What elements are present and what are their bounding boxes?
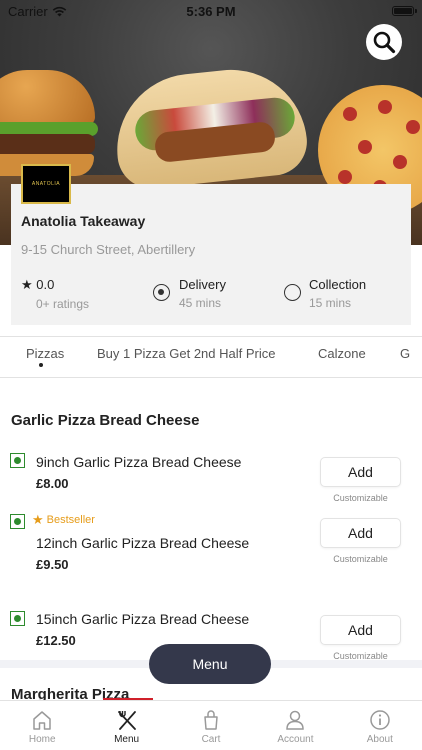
delivery-option[interactable]: Delivery 45 mins bbox=[179, 277, 226, 310]
tab-g[interactable]: G bbox=[400, 346, 410, 361]
item-name: 9inch Garlic Pizza Bread Cheese bbox=[36, 454, 242, 470]
item-name: 12inch Garlic Pizza Bread Cheese bbox=[36, 535, 250, 551]
tab-calzone[interactable]: Calzone bbox=[318, 346, 366, 361]
nav-account[interactable]: Account bbox=[253, 701, 337, 750]
nav-home[interactable]: Home bbox=[0, 701, 84, 750]
collection-radio[interactable] bbox=[284, 284, 301, 301]
info-icon bbox=[370, 710, 390, 730]
bag-icon bbox=[204, 710, 218, 730]
delivery-radio[interactable] bbox=[153, 284, 170, 301]
restaurant-info-card: ANATOLIA Anatolia Takeaway 9-15 Church S… bbox=[11, 164, 411, 325]
nav-cart[interactable]: Cart bbox=[169, 701, 253, 750]
restaurant-logo: ANATOLIA bbox=[21, 164, 71, 204]
star-icon: ★ bbox=[32, 512, 44, 527]
item-price: £9.50 bbox=[36, 557, 69, 572]
bottom-nav: Home Menu Cart Account About bbox=[0, 700, 422, 750]
carrier-label: Carrier bbox=[8, 3, 48, 19]
nav-label: Cart bbox=[201, 734, 221, 745]
delivery-label: Delivery bbox=[179, 277, 226, 292]
collection-option[interactable]: Collection 15 mins bbox=[309, 277, 366, 310]
bestseller-badge: ★ Bestseller bbox=[32, 512, 95, 527]
customizable-label: Customizable bbox=[333, 554, 388, 564]
rating-count: 0+ ratings bbox=[36, 297, 90, 311]
item-price: £12.50 bbox=[36, 633, 76, 648]
kebab-image bbox=[109, 62, 311, 192]
rating-block: ★ 0.0 0+ ratings bbox=[21, 277, 89, 311]
nav-label: Menu bbox=[114, 734, 140, 745]
veg-indicator-icon bbox=[10, 453, 25, 468]
item-price: £8.00 bbox=[36, 476, 69, 491]
collection-label: Collection bbox=[309, 277, 367, 292]
star-icon: ★ bbox=[21, 277, 33, 292]
delivery-time: 45 mins bbox=[179, 296, 222, 310]
search-icon bbox=[373, 31, 396, 54]
nav-label: About bbox=[366, 734, 393, 745]
veg-indicator-icon bbox=[10, 611, 25, 626]
section-title: Garlic Pizza Bread Cheese bbox=[11, 412, 200, 429]
wifi-icon bbox=[52, 6, 66, 16]
person-icon bbox=[286, 710, 305, 730]
add-button[interactable]: Add bbox=[320, 457, 401, 487]
fork-knife-icon bbox=[117, 711, 136, 730]
active-tab-indicator bbox=[39, 363, 43, 367]
menu-button[interactable]: Menu bbox=[149, 644, 271, 684]
status-bar: Carrier 5:36 PM bbox=[0, 0, 422, 22]
nav-label: Home bbox=[28, 734, 56, 745]
category-tabs: Pizzas Buy 1 Pizza Get 2nd Half Price Ca… bbox=[0, 336, 422, 378]
item-name: 15inch Garlic Pizza Bread Cheese bbox=[36, 611, 250, 627]
add-button[interactable]: Add bbox=[320, 615, 401, 645]
nav-about[interactable]: About bbox=[338, 701, 422, 750]
veg-indicator-icon bbox=[10, 514, 25, 529]
nav-label: Account bbox=[277, 734, 314, 745]
rating-value: 0.0 bbox=[36, 277, 55, 292]
tab-buy1-get-2nd-half[interactable]: Buy 1 Pizza Get 2nd Half Price bbox=[97, 346, 275, 361]
home-icon bbox=[33, 711, 51, 730]
collection-time: 15 mins bbox=[309, 296, 352, 310]
nav-menu[interactable]: Menu bbox=[84, 701, 168, 750]
restaurant-name: Anatolia Takeaway bbox=[21, 213, 146, 229]
tab-pizzas[interactable]: Pizzas bbox=[26, 346, 64, 361]
battery-icon bbox=[392, 6, 417, 16]
customizable-label: Customizable bbox=[333, 493, 388, 503]
search-button[interactable] bbox=[366, 24, 402, 60]
restaurant-address: 9-15 Church Street, Abertillery bbox=[21, 242, 196, 257]
add-button[interactable]: Add bbox=[320, 518, 401, 548]
